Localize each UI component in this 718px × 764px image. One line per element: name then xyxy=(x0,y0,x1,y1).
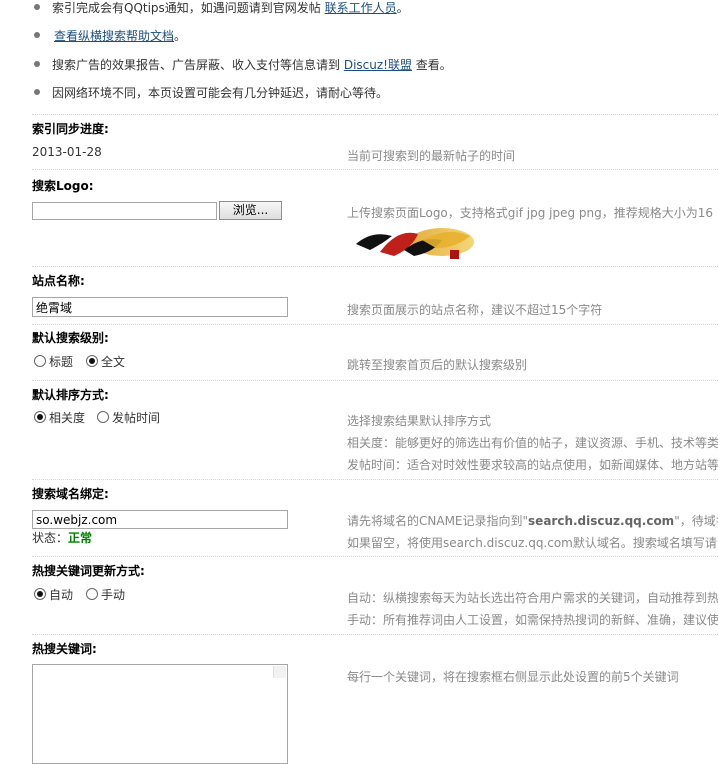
tip-text-after: 。 xyxy=(396,1,409,15)
divider xyxy=(32,324,718,325)
domain-status: 状态：正常 xyxy=(32,529,92,546)
default-sort-hint-relevance: 相关度：能够更好的筛选出有价值的帖子，建议资源、手机、技术等类 xyxy=(347,436,718,450)
radio-icon[interactable] xyxy=(34,411,46,423)
search-logo-label: 搜索Logo: xyxy=(32,179,94,193)
hint-text: 请先将域名的CNAME记录指向到" xyxy=(347,514,529,528)
hot-keywords-label: 热搜关键词: xyxy=(32,642,97,656)
hint-domain: search.discuz.qq.com xyxy=(528,514,675,528)
status-label: 状态： xyxy=(32,531,69,545)
bullet-icon xyxy=(34,32,40,38)
domain-bind-label: 搜索域名绑定: xyxy=(32,487,109,501)
bullet-icon xyxy=(34,89,40,95)
radio-icon[interactable] xyxy=(86,355,98,367)
hot-keywords-textarea[interactable] xyxy=(32,664,288,764)
index-progress-value: 2013-01-28 xyxy=(32,145,102,159)
radio-label: 全文 xyxy=(101,355,126,369)
divider xyxy=(32,114,718,115)
hot-update-hint-auto: 自动：纵横搜索每天为站长选出符合用户需求的关键词，自动推荐到热 xyxy=(347,591,718,605)
tip-text-after: 查看。 xyxy=(411,58,452,72)
discuz-union-link[interactable]: Discuz!联盟 xyxy=(344,58,412,72)
scrollbar[interactable] xyxy=(273,666,286,678)
default-level-label: 默认搜索级别: xyxy=(32,331,109,345)
tip-item-network: 因网络环境不同，本页设置可能会有几分钟延迟，请耐心等待。 xyxy=(52,84,388,101)
radio-update-manual[interactable]: 手动 xyxy=(86,586,125,603)
radio-icon[interactable] xyxy=(97,411,109,423)
hot-update-hint-manual: 手动：所有推荐词由人工设置，如需保持热搜词的新鲜、准确，建议使 xyxy=(347,613,718,627)
bullet-icon xyxy=(34,4,40,10)
radio-icon[interactable] xyxy=(34,588,46,600)
default-sort-label: 默认排序方式: xyxy=(32,388,109,402)
radio-icon[interactable] xyxy=(86,588,98,600)
radio-label: 标题 xyxy=(49,355,74,369)
site-name-label: 站点名称: xyxy=(32,274,85,288)
search-logo-hint: 上传搜索页面Logo，支持格式gif jpg jpeg png，推荐规格大小为1… xyxy=(347,206,714,220)
help-doc-link[interactable]: 查看纵横搜索帮助文档 xyxy=(54,29,174,43)
hint-text: "，待域名 xyxy=(674,514,718,528)
default-level-hint: 跳转至搜索首页后的默认搜索级别 xyxy=(347,358,528,372)
tip-item-union: 搜索广告的效果报告、广告屏蔽、收入支付等信息请到 Discuz!联盟 查看。 xyxy=(52,56,452,73)
tip-text: 因网络环境不同，本页设置可能会有几分钟延迟，请耐心等待。 xyxy=(52,86,389,100)
tip-text: 搜索广告的效果报告、广告屏蔽、收入支付等信息请到 xyxy=(52,58,344,72)
radio-label: 发帖时间 xyxy=(112,411,161,425)
radio-icon[interactable] xyxy=(34,355,46,367)
status-badge: 正常 xyxy=(68,531,93,545)
divider xyxy=(32,556,718,557)
browse-button[interactable]: 浏览... xyxy=(219,201,282,220)
tip-text-after: 。 xyxy=(174,29,187,43)
domain-hint-default: 如果留空，将使用search.discuz.qq.com默认域名。搜索域名填写请 xyxy=(347,536,717,550)
tip-item-qqtips: 索引完成会有QQtips通知，如遇问题请到官网发帖 联系工作人员。 xyxy=(52,0,409,16)
radio-label: 相关度 xyxy=(49,411,86,425)
site-name-hint: 搜索页面展示的站点名称，建议不超过15个字符 xyxy=(347,303,603,317)
divider xyxy=(32,266,718,267)
site-logo-image xyxy=(356,228,474,259)
domain-input[interactable] xyxy=(32,510,288,529)
index-progress-hint: 当前可搜索到的最新帖子的时间 xyxy=(347,149,516,163)
radio-sort-time[interactable]: 发帖时间 xyxy=(97,409,160,426)
bullet-icon xyxy=(34,61,40,67)
radio-level-title[interactable]: 标题 xyxy=(34,353,73,370)
hot-update-label: 热搜关键词更新方式: xyxy=(32,564,145,578)
default-sort-hint: 选择搜索结果默认排序方式 xyxy=(347,414,492,428)
hot-keywords-hint: 每行一个关键词，将在搜索框右侧显示此处设置的前5个关键词 xyxy=(347,670,679,684)
radio-update-auto[interactable]: 自动 xyxy=(34,586,73,603)
tip-text: 索引完成会有QQtips通知，如遇问题请到官网发帖 xyxy=(52,1,325,15)
tip-item-help: 查看纵横搜索帮助文档。 xyxy=(54,27,186,44)
radio-sort-relevance[interactable]: 相关度 xyxy=(34,409,85,426)
site-name-input[interactable] xyxy=(32,297,288,317)
divider xyxy=(32,380,718,381)
domain-hint-cname: 请先将域名的CNAME记录指向到"search.discuz.qq.com"，待… xyxy=(347,512,718,529)
divider xyxy=(32,169,718,170)
radio-level-fulltext[interactable]: 全文 xyxy=(86,353,125,370)
radio-label: 手动 xyxy=(101,588,126,602)
divider xyxy=(32,634,718,635)
divider xyxy=(32,479,718,480)
radio-label: 自动 xyxy=(49,588,74,602)
contact-staff-link[interactable]: 联系工作人员 xyxy=(325,1,397,15)
logo-file-input[interactable] xyxy=(32,202,217,220)
index-progress-label: 索引同步进度: xyxy=(32,122,109,136)
default-sort-hint-time: 发帖时间：适合对时效性要求较高的站点使用，如新闻媒体、地方站等 xyxy=(347,458,718,472)
